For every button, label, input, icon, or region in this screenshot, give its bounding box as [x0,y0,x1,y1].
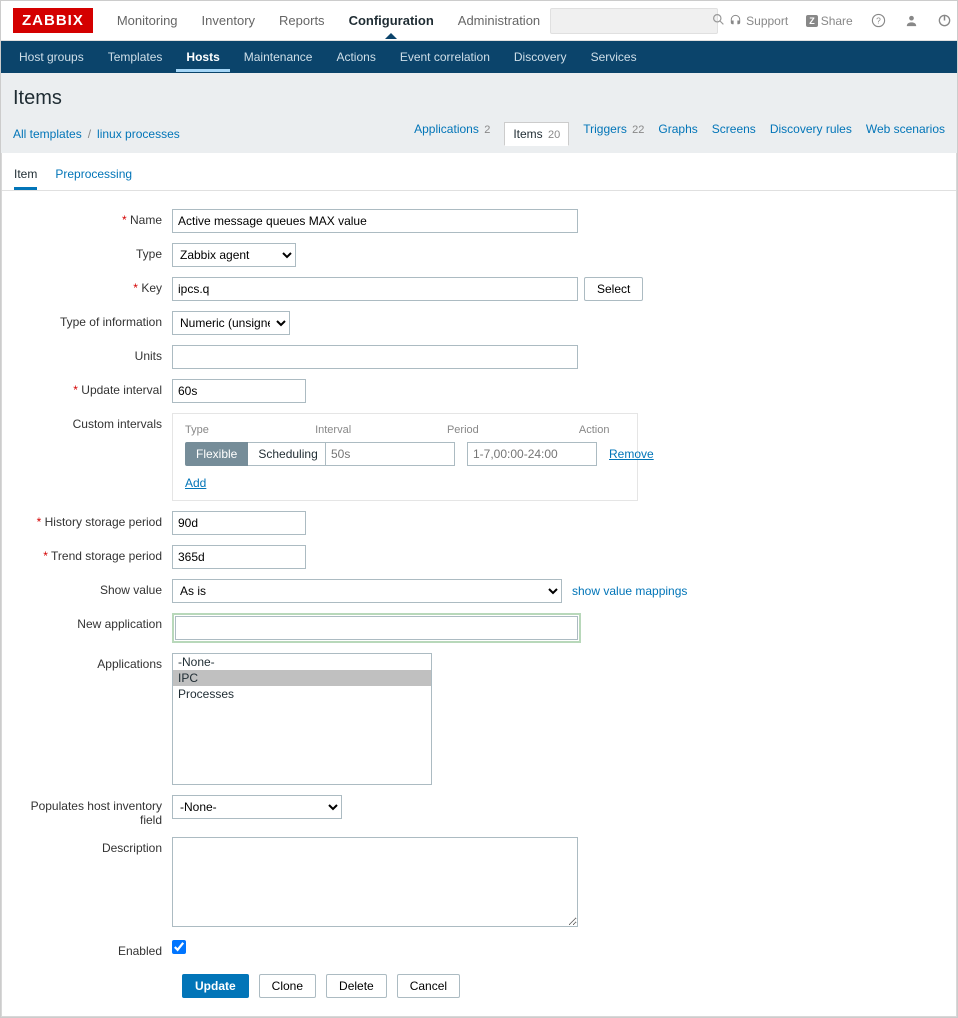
label-history: History storage period [22,511,172,529]
logo: ZABBIX [13,8,93,33]
units-input[interactable] [172,345,578,369]
entity-tabs: Applications 2 Items 20 Triggers 22 Grap… [414,122,945,145]
content: Item Preprocessing Name Type Zabbix agen… [1,153,957,1017]
populates-select[interactable]: -None- [172,795,342,819]
label-update-interval: Update interval [22,379,172,397]
inner-tab-item[interactable]: Item [14,161,37,190]
search-input[interactable] [557,14,712,28]
show-value-select[interactable]: As is [172,579,562,603]
enabled-checkbox[interactable] [172,940,186,954]
label-key: Key [22,277,172,295]
submenu-hosts[interactable]: Hosts [176,42,229,72]
share-link[interactable]: Z Share [798,10,861,32]
submenu-event-correlation[interactable]: Event correlation [390,42,500,72]
description-textarea[interactable] [172,837,578,927]
show-value-mappings-link[interactable]: show value mappings [572,584,687,598]
tab-graphs[interactable]: Graphs [658,122,697,145]
submenu-host-groups[interactable]: Host groups [9,42,94,72]
nav-reports[interactable]: Reports [269,3,335,38]
clone-button[interactable]: Clone [259,974,316,998]
update-interval-input[interactable] [172,379,306,403]
cancel-button[interactable]: Cancel [397,974,460,998]
new-application-input[interactable] [175,616,578,640]
item-form: Name Type Zabbix agent Key Select Type o… [2,191,956,1016]
submenu-services[interactable]: Services [581,42,647,72]
app-option-none[interactable]: -None- [173,654,431,670]
label-type-info: Type of information [22,311,172,329]
label-type: Type [22,243,172,261]
tab-items[interactable]: Items 20 [504,122,569,146]
label-custom-intervals: Custom intervals [22,413,172,431]
breadcrumb: All templates / linux processes [13,127,180,141]
intervals-head-type: Type [185,424,303,436]
global-search[interactable] [550,8,718,34]
headset-icon [728,13,743,28]
applications-listbox[interactable]: -None- IPC Processes [172,653,432,785]
intervals-head-interval: Interval [315,424,435,436]
nav-inventory[interactable]: Inventory [192,3,265,38]
update-button[interactable]: Update [182,974,249,998]
interval-type-flexible[interactable]: Flexible [185,442,248,466]
submenu: Host groups Templates Hosts Maintenance … [1,41,957,73]
crumb-all-templates[interactable]: All templates [13,127,82,141]
label-enabled: Enabled [22,940,172,958]
intervals-table: Type Interval Period Action Flexible Sch… [172,413,638,501]
interval-row: Flexible Scheduling Remove [185,442,625,466]
power-icon[interactable] [929,9,958,32]
tab-discovery-rules[interactable]: Discovery rules [770,122,852,145]
interval-remove-link[interactable]: Remove [609,447,654,461]
label-trend: Trend storage period [22,545,172,563]
label-show-value: Show value [22,579,172,597]
user-icon[interactable] [896,9,927,32]
help-icon[interactable]: ? [863,9,894,32]
label-applications: Applications [22,653,172,671]
intervals-head-action: Action [579,424,625,436]
nav-administration[interactable]: Administration [448,3,550,38]
label-description: Description [22,837,172,855]
svg-text:?: ? [876,15,881,25]
crumb-sep: / [88,127,91,141]
submenu-templates[interactable]: Templates [98,42,173,72]
inner-tabs: Item Preprocessing [2,153,956,191]
delete-button[interactable]: Delete [326,974,387,998]
page-title: Items [13,87,945,110]
nav-monitoring[interactable]: Monitoring [107,3,188,38]
app-option-ipc[interactable]: IPC [173,670,431,686]
label-new-app: New application [22,613,172,631]
top-nav: Monitoring Inventory Reports Configurati… [107,3,550,38]
support-link[interactable]: Support [720,9,796,32]
name-input[interactable] [172,209,578,233]
interval-value-input[interactable] [325,442,455,466]
trend-input[interactable] [172,545,306,569]
interval-period-input[interactable] [467,442,597,466]
submenu-actions[interactable]: Actions [326,42,385,72]
share-badge: Z [806,15,818,27]
label-populates: Populates host inventory field [22,795,172,827]
form-buttons: Update Clone Delete Cancel [182,974,936,998]
nav-configuration[interactable]: Configuration [339,3,444,38]
history-input[interactable] [172,511,306,535]
inner-tab-preprocessing[interactable]: Preprocessing [55,161,132,190]
app-option-processes[interactable]: Processes [173,686,431,702]
submenu-maintenance[interactable]: Maintenance [234,42,323,72]
submenu-discovery[interactable]: Discovery [504,42,577,72]
tab-triggers[interactable]: Triggers 22 [583,122,644,145]
crumb-template[interactable]: linux processes [97,127,180,141]
label-units: Units [22,345,172,363]
type-select[interactable]: Zabbix agent [172,243,296,267]
interval-add-link[interactable]: Add [185,476,206,490]
interval-type-scheduling[interactable]: Scheduling [248,442,328,466]
key-select-button[interactable]: Select [584,277,643,301]
key-input[interactable] [172,277,578,301]
tab-web-scenarios[interactable]: Web scenarios [866,122,945,145]
intervals-head-period: Period [447,424,567,436]
tab-applications[interactable]: Applications 2 [414,122,490,145]
label-name: Name [22,209,172,227]
type-info-select[interactable]: Numeric (unsigned) [172,311,290,335]
topbar: ZABBIX Monitoring Inventory Reports Conf… [1,1,957,41]
tab-screens[interactable]: Screens [712,122,756,145]
page-header: Items All templates / linux processes Ap… [1,73,957,153]
